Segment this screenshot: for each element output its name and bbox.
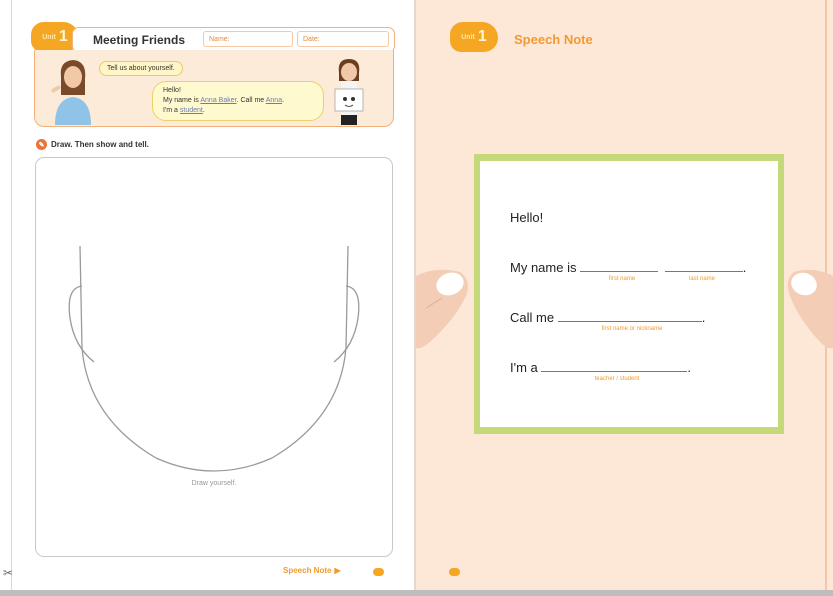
answer-role-prefix: I'm a: [163, 107, 180, 114]
hint-last-name: last name: [688, 276, 715, 282]
nickname-blank[interactable]: [557, 320, 702, 322]
draw-caption: Draw yourself.: [191, 480, 237, 487]
hint-role: teacher / student: [594, 376, 640, 382]
hint-first-name: first name: [608, 276, 636, 282]
card-call-prefix: Call me: [510, 310, 555, 325]
card-name-end: .: [742, 260, 747, 275]
card-name-line: My name is .: [510, 260, 746, 275]
instruction: ✎ Draw. Then show and tell.: [36, 139, 149, 150]
card-role-end: .: [687, 360, 692, 375]
answer-bubble: Hello! My name is Anna Baker. Call me An…: [152, 81, 324, 121]
intro-panel: Tell us about yourself. Hello! My name i…: [34, 50, 394, 127]
date-field[interactable]: Date:: [297, 31, 389, 47]
card-role-line: I'm a .: [510, 360, 691, 375]
hint-nickname: first name or nickname: [601, 326, 663, 332]
answer-line-hello: Hello!: [163, 87, 181, 94]
bottom-bar: [0, 590, 833, 596]
speech-card: [480, 161, 778, 427]
page-number-right: [449, 568, 460, 576]
first-name-blank[interactable]: [580, 270, 659, 272]
card-call-line: Call me .: [510, 310, 705, 325]
unit-word: Unit: [42, 33, 56, 41]
scissors-icon: ✂: [3, 566, 14, 580]
right-thumb: [787, 269, 833, 349]
answer-role-end: .: [202, 107, 205, 114]
card-name-prefix: My name is: [510, 260, 577, 275]
arrow-right-icon: ▶: [334, 566, 341, 575]
name-field[interactable]: Name:: [203, 31, 293, 47]
last-name-blank[interactable]: [664, 270, 743, 272]
answer-name-prefix: My name is: [163, 97, 201, 104]
question-bubble: Tell us about yourself.: [99, 61, 183, 76]
speech-note-title: Speech Note: [514, 32, 593, 47]
page-title: Meeting Friends: [93, 33, 186, 47]
role-blank[interactable]: [541, 370, 688, 372]
unit-number: 1: [58, 28, 68, 45]
answer-line-role: I'm a student.: [163, 106, 313, 116]
card-hello: Hello!: [510, 210, 544, 225]
head-outline: [68, 245, 360, 472]
answer-full-name: Anna Baker: [200, 97, 237, 104]
footer-label: Speech Note: [283, 566, 332, 575]
answer-role: student: [179, 107, 203, 114]
answer-name-end: .: [282, 97, 285, 104]
card-call-end: .: [701, 310, 706, 325]
footer-speech-note: Speech Note ▶: [283, 566, 341, 575]
drawing-area[interactable]: Draw yourself.: [35, 157, 393, 557]
left-thumb: [416, 269, 468, 349]
card-role-prefix: I'm a: [510, 360, 538, 375]
unit-number-right: 1: [477, 28, 487, 45]
instruction-text: Draw. Then show and tell.: [51, 140, 149, 149]
unit-word-right: Unit: [461, 33, 475, 41]
margin-line: [11, 0, 12, 590]
answer-nickname: Anna: [265, 97, 283, 104]
page-number-left: [373, 568, 384, 576]
answer-name-mid: . Call me: [236, 97, 266, 104]
woman-photo: [51, 60, 91, 125]
pencil-icon: ✎: [36, 139, 47, 150]
girl-photo: [334, 59, 364, 125]
answer-line-name: My name is Anna Baker. Call me Anna.: [163, 96, 313, 106]
unit-badge-right: Unit 1: [450, 22, 498, 52]
